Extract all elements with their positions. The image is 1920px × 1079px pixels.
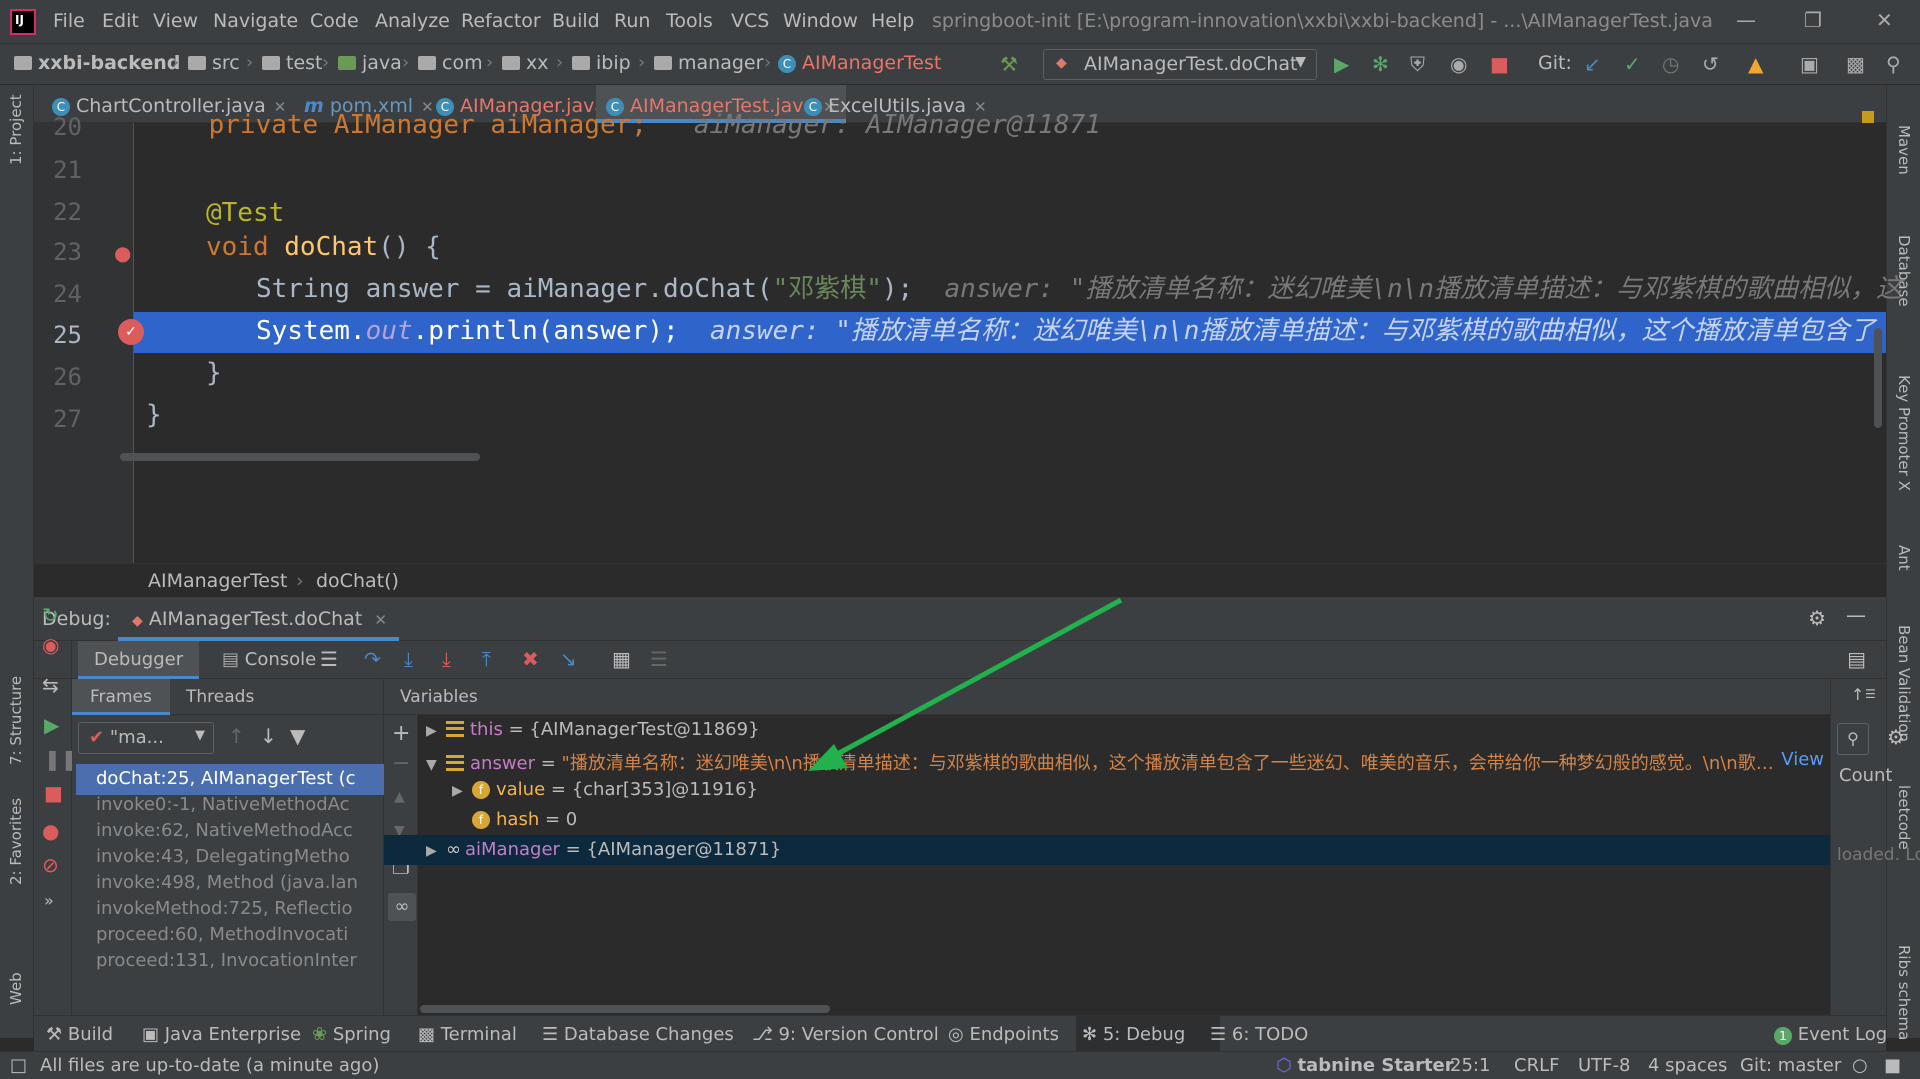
annotation-arrow	[808, 597, 1123, 771]
event-log-label: Event Log	[1797, 1024, 1888, 1045]
debug-label: 5: Debug	[1102, 1024, 1186, 1045]
branch-icon: ⎇	[752, 1024, 773, 1045]
notifications-icon[interactable]: ■	[1884, 1055, 1901, 1076]
line-separator[interactable]: CRLF	[1514, 1055, 1559, 1076]
list-icon: ☰	[1210, 1024, 1227, 1045]
terminal-label: Terminal	[440, 1024, 517, 1045]
spring-leaf-icon: ❀	[312, 1024, 328, 1045]
database-changes-tool-button[interactable]: ☰ Database Changes	[542, 1024, 734, 1045]
endpoints-icon: ◎	[948, 1024, 964, 1045]
todo-label: 6: TODO	[1231, 1024, 1309, 1045]
tabnine-label: tabnine Starter	[1297, 1055, 1454, 1076]
build-tool-button[interactable]: ⚒ Build	[46, 1024, 113, 1045]
endpoints-tool-button[interactable]: ◎ Endpoints	[948, 1024, 1059, 1045]
version-control-label: 9: Version Control	[778, 1024, 939, 1045]
endpoints-label: Endpoints	[969, 1024, 1059, 1045]
build-label: Build	[67, 1024, 114, 1045]
spring-label: Spring	[332, 1024, 391, 1045]
tabnine-icon: ⬡	[1276, 1055, 1292, 1076]
java-enterprise-label: Java Enterprise	[164, 1024, 302, 1045]
lock-icon[interactable]: ○	[1852, 1055, 1868, 1076]
event-log-tool-button[interactable]: 1 Event Log	[1774, 1024, 1887, 1045]
tabnine-status[interactable]: ⬡ tabnine Starter	[1276, 1055, 1454, 1076]
spring-tool-button[interactable]: ❀ Spring	[312, 1024, 391, 1045]
terminal-icon: ▩	[418, 1024, 436, 1045]
todo-tool-button[interactable]: ☰ 6: TODO	[1210, 1024, 1308, 1045]
status-toggle-icon[interactable]: □	[10, 1055, 27, 1076]
database-changes-label: Database Changes	[563, 1024, 734, 1045]
java-enterprise-tool-button[interactable]: ▣ Java Enterprise	[142, 1024, 301, 1045]
status-message: All files are up-to-date (a minute ago)	[40, 1055, 380, 1076]
arrow-head	[808, 744, 848, 771]
indent-setting[interactable]: 4 spaces	[1648, 1055, 1727, 1076]
caret-position[interactable]: 25:1	[1450, 1055, 1490, 1076]
enterprise-icon: ▣	[142, 1024, 160, 1045]
git-branch[interactable]: Git: master	[1740, 1055, 1841, 1076]
database-icon: ☰	[542, 1024, 559, 1045]
debug-tool-button[interactable]: ✻ 5: Debug	[1082, 1024, 1185, 1045]
arrow-shaft	[828, 597, 1123, 761]
file-encoding[interactable]: UTF-8	[1578, 1055, 1630, 1076]
bug-icon: ✻	[1082, 1024, 1098, 1045]
version-control-tool-button[interactable]: ⎇ 9: Version Control	[752, 1024, 939, 1045]
status-bar: □ All files are up-to-date (a minute ago…	[0, 1051, 1920, 1079]
event-count-badge: 1	[1774, 1027, 1792, 1045]
terminal-tool-button[interactable]: ▩ Terminal	[418, 1024, 517, 1045]
hammer-icon: ⚒	[46, 1024, 63, 1045]
tool-window-strip: ⚒ Build ▣ Java Enterprise ❀ Spring ▩ Ter…	[34, 1015, 1887, 1051]
